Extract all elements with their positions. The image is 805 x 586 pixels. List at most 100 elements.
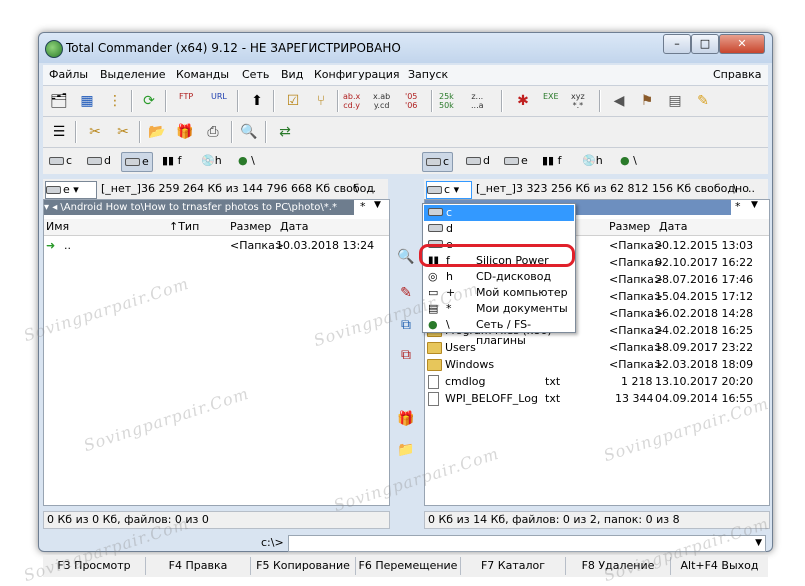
dropdown-name: Сеть / FS-плагины xyxy=(476,318,532,347)
full-view-icon[interactable]: ⋮ xyxy=(105,91,125,111)
left-drive-c-button[interactable]: c xyxy=(46,152,75,170)
tree-icon[interactable]: ⑂ xyxy=(311,91,331,111)
right-drive-h-button[interactable]: 💿h xyxy=(579,152,606,170)
move-icon[interactable]: ⧉ xyxy=(397,346,415,364)
f6-move-button[interactable]: F6 Перемещение xyxy=(356,557,461,575)
url-icon[interactable]: URL xyxy=(211,92,227,101)
column-type[interactable]: ↑Тип xyxy=(169,219,199,235)
menu-help[interactable]: Справка xyxy=(713,68,761,81)
filter-custom-icon[interactable]: xyz *.* xyxy=(571,92,585,110)
hdd-icon xyxy=(428,208,443,216)
column-name[interactable]: Имя xyxy=(46,219,69,235)
chevron-down-icon[interactable]: ▼ xyxy=(751,200,758,210)
new-folder-icon[interactable]: 📂 xyxy=(147,122,167,142)
left-up-button[interactable]: .. xyxy=(369,179,376,199)
right-path-filter[interactable]: * xyxy=(735,200,741,213)
brief-view-icon[interactable]: ▦ xyxy=(77,91,97,111)
sort-date-icon[interactable]: '05'06 xyxy=(405,92,417,110)
unpack-icon[interactable]: ☑ xyxy=(283,91,303,111)
sort-size-icon[interactable]: 25k 50k xyxy=(439,92,454,110)
left-network-button[interactable]: ● \ xyxy=(235,152,258,170)
menu-commands[interactable]: Команды xyxy=(176,68,229,81)
calculator-icon[interactable]: ▤ xyxy=(665,91,685,111)
menu-launch[interactable]: Запуск xyxy=(408,68,448,81)
right-up-button[interactable]: .. xyxy=(748,179,755,199)
f4-edit-button[interactable]: F4 Правка xyxy=(146,557,251,575)
f7-mkdir-button[interactable]: F7 Каталог xyxy=(461,557,566,575)
refresh-tree-icon[interactable]: 🗂 xyxy=(49,91,69,111)
right-status-bar: 0 Кб из 14 Кб, файлов: 0 из 2, папок: 0 … xyxy=(424,511,770,529)
dropdown-item-d[interactable]: d xyxy=(424,221,574,237)
filter-exe-icon[interactable]: EXE xyxy=(543,92,559,101)
sort-reverse-line2: ...a xyxy=(471,101,484,110)
row-date: 10.03.2018 13:24 xyxy=(276,239,375,252)
right-root-button[interactable]: \ xyxy=(733,179,737,199)
table-row[interactable]: WPI_BELOFF_Log txt 13 344 04.09.2014 16:55 xyxy=(425,391,769,407)
right-drive-h-label: h xyxy=(595,154,603,167)
archive-icon[interactable]: 🎁 xyxy=(397,410,415,428)
menu-selection[interactable]: Выделение xyxy=(100,68,166,81)
chevron-down-icon[interactable]: ▼ xyxy=(755,536,762,551)
dropdown-item-c[interactable]: c xyxy=(424,205,574,221)
dropdown-item-h[interactable]: ◎ h CD-дисковод xyxy=(424,269,574,285)
right-drive-e-button[interactable]: e xyxy=(501,152,531,170)
copy-files-icon[interactable]: ✂ xyxy=(85,122,105,142)
menu-network[interactable]: Сеть xyxy=(242,68,269,81)
hdd-icon xyxy=(426,158,441,166)
move-files-icon[interactable]: ✂ xyxy=(113,122,133,142)
left-drive-combo[interactable]: e ▾ xyxy=(45,181,97,199)
column-size[interactable]: Размер xyxy=(609,219,650,235)
left-drive-f-button[interactable]: ▮▮ f xyxy=(159,152,184,170)
chevron-down-icon[interactable]: ▼ xyxy=(374,200,381,210)
hotlist-icon[interactable]: ⚑ xyxy=(637,91,657,111)
menu-configuration[interactable]: Конфигурация xyxy=(314,68,400,81)
pack-icon[interactable]: ⬆ xyxy=(247,91,267,111)
row-date: 24.02.2018 16:25 xyxy=(655,324,754,337)
left-path-bar[interactable]: ▾ ◂ \Android How to\How to trnasfer phot… xyxy=(44,200,354,215)
column-date[interactable]: Дата xyxy=(280,219,308,235)
right-drive-c-label: c xyxy=(443,155,450,168)
search-icon[interactable]: 🔍 xyxy=(397,248,415,266)
column-date[interactable]: Дата xyxy=(659,219,687,235)
left-root-button[interactable]: \ xyxy=(354,179,358,199)
new-folder-icon[interactable]: 📁 xyxy=(397,441,415,459)
left-file-panel[interactable]: ▾ ◂ \Android How to\How to trnasfer phot… xyxy=(43,199,390,506)
archive-icon[interactable]: 🎁 xyxy=(175,122,195,142)
minimize-button[interactable]: – xyxy=(663,34,691,54)
new-note-icon[interactable]: ✎ xyxy=(693,91,713,111)
sort-reverse-icon[interactable]: z... ...a xyxy=(471,92,484,110)
table-row[interactable]: cmdlog txt 1 218 13.10.2017 20:20 xyxy=(425,374,769,390)
filter-all-icon[interactable]: ✱ xyxy=(513,91,533,111)
maximize-button[interactable]: □ xyxy=(691,34,719,54)
right-drive-c-button[interactable]: c xyxy=(422,152,454,172)
right-drive-f-button[interactable]: ▮▮ f xyxy=(539,152,564,170)
search-icon[interactable]: 🔍 xyxy=(239,122,259,142)
left-drive-e-button[interactable]: e xyxy=(121,152,153,172)
sync-dirs-icon[interactable]: ⇄ xyxy=(275,122,295,142)
menu-files[interactable]: Файлы xyxy=(49,68,88,81)
close-button[interactable]: ✕ xyxy=(719,34,765,54)
menu-view[interactable]: Вид xyxy=(281,68,303,81)
terminal-icon[interactable]: ⎙ xyxy=(203,122,223,142)
ftp-icon[interactable]: FTP xyxy=(179,92,193,101)
table-row[interactable]: Windows <Папка> 12.03.2018 18:09 xyxy=(425,357,769,373)
toolbar-separator xyxy=(431,90,433,112)
row-date: 18.09.2017 23:22 xyxy=(655,341,754,354)
refresh-icon[interactable]: ⟳ xyxy=(139,91,159,111)
rename-ext-icon[interactable]: ab.x cd.y xyxy=(343,92,360,110)
right-drive-e-label: e xyxy=(521,154,528,167)
right-drive-combo[interactable]: c ▾ xyxy=(426,181,472,199)
back-arrow-icon[interactable]: ◀ xyxy=(609,91,629,111)
left-path-filter[interactable]: * xyxy=(360,200,366,213)
dropdown-item-network[interactable]: ● \ Сеть / FS-плагины xyxy=(424,317,574,347)
f5-copy-button[interactable]: F5 Копирование xyxy=(251,557,356,575)
edit-file-icon[interactable]: ☰ xyxy=(49,122,69,142)
left-drive-h-button[interactable]: 💿h xyxy=(198,152,225,170)
right-drive-d-button[interactable]: d xyxy=(463,152,493,170)
column-size[interactable]: Размер xyxy=(230,219,271,235)
rename-name-icon[interactable]: x.ab y.cd xyxy=(373,92,390,110)
right-network-button[interactable]: ● \ xyxy=(617,152,640,170)
table-row[interactable]: ➜ .. <Папка> 10.03.2018 13:24 xyxy=(44,238,389,254)
left-drive-d-button[interactable]: d xyxy=(84,152,114,170)
toolbar-separator xyxy=(131,90,133,112)
